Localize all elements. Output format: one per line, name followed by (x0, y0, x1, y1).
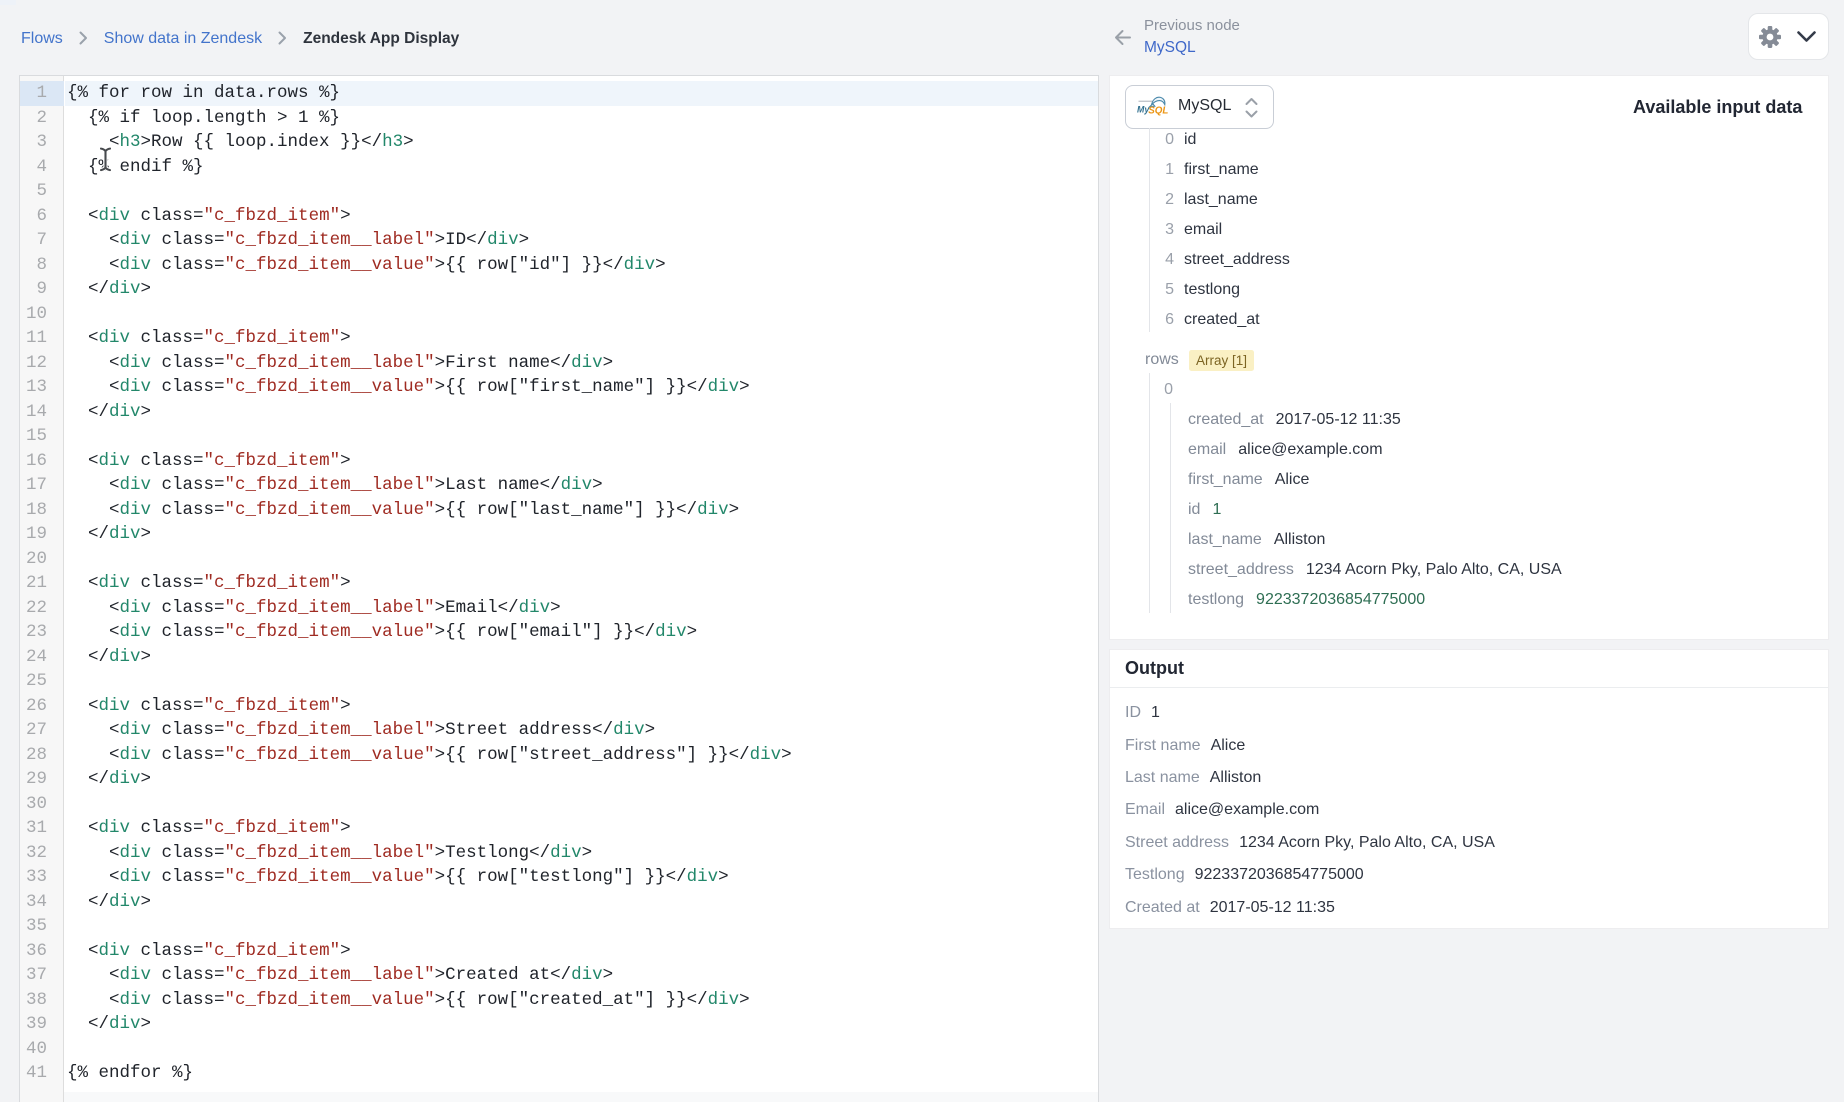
svg-text:SQL: SQL (1148, 105, 1168, 116)
